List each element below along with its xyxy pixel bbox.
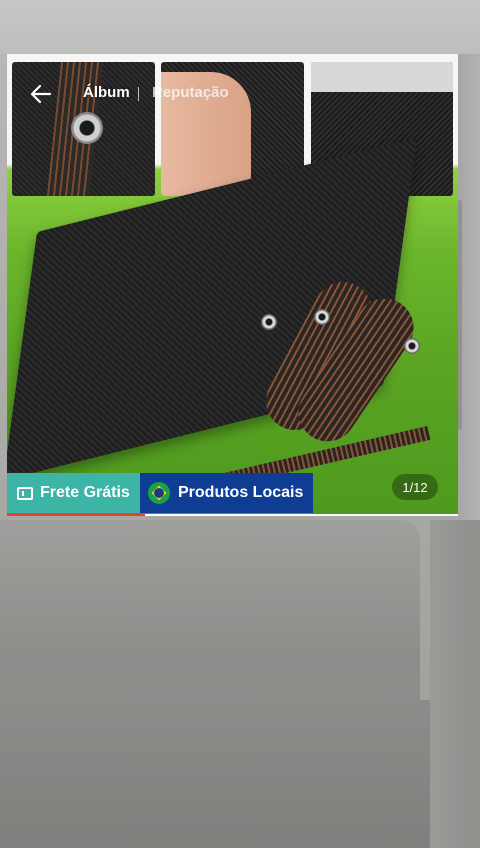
tab-divider: [138, 87, 139, 101]
ticket-icon: [17, 486, 33, 500]
free-shipping-label: Frete Grátis: [40, 484, 130, 501]
brazil-flag-icon: [148, 482, 170, 504]
grommet: [261, 314, 277, 330]
background-bottom: [0, 700, 430, 848]
tab-reputation[interactable]: Reputação: [152, 84, 229, 101]
back-button[interactable]: [27, 80, 55, 108]
product-photo: [7, 54, 458, 514]
image-counter: 1/12: [392, 474, 438, 500]
background-seat-right: [430, 520, 480, 848]
gallery-header: Álbum Reputação: [7, 72, 458, 116]
free-shipping-badge: Frete Grátis: [7, 473, 140, 513]
arrow-left-icon: [30, 84, 52, 104]
tab-album[interactable]: Álbum: [83, 84, 130, 101]
local-products-badge: Produtos Locais: [140, 473, 313, 513]
grommet: [314, 309, 330, 325]
local-products-label: Produtos Locais: [178, 484, 304, 501]
background-top: [0, 0, 480, 54]
gallery-progress-bar: [7, 513, 145, 516]
product-image-gallery[interactable]: [7, 54, 458, 516]
grommet: [404, 338, 420, 354]
